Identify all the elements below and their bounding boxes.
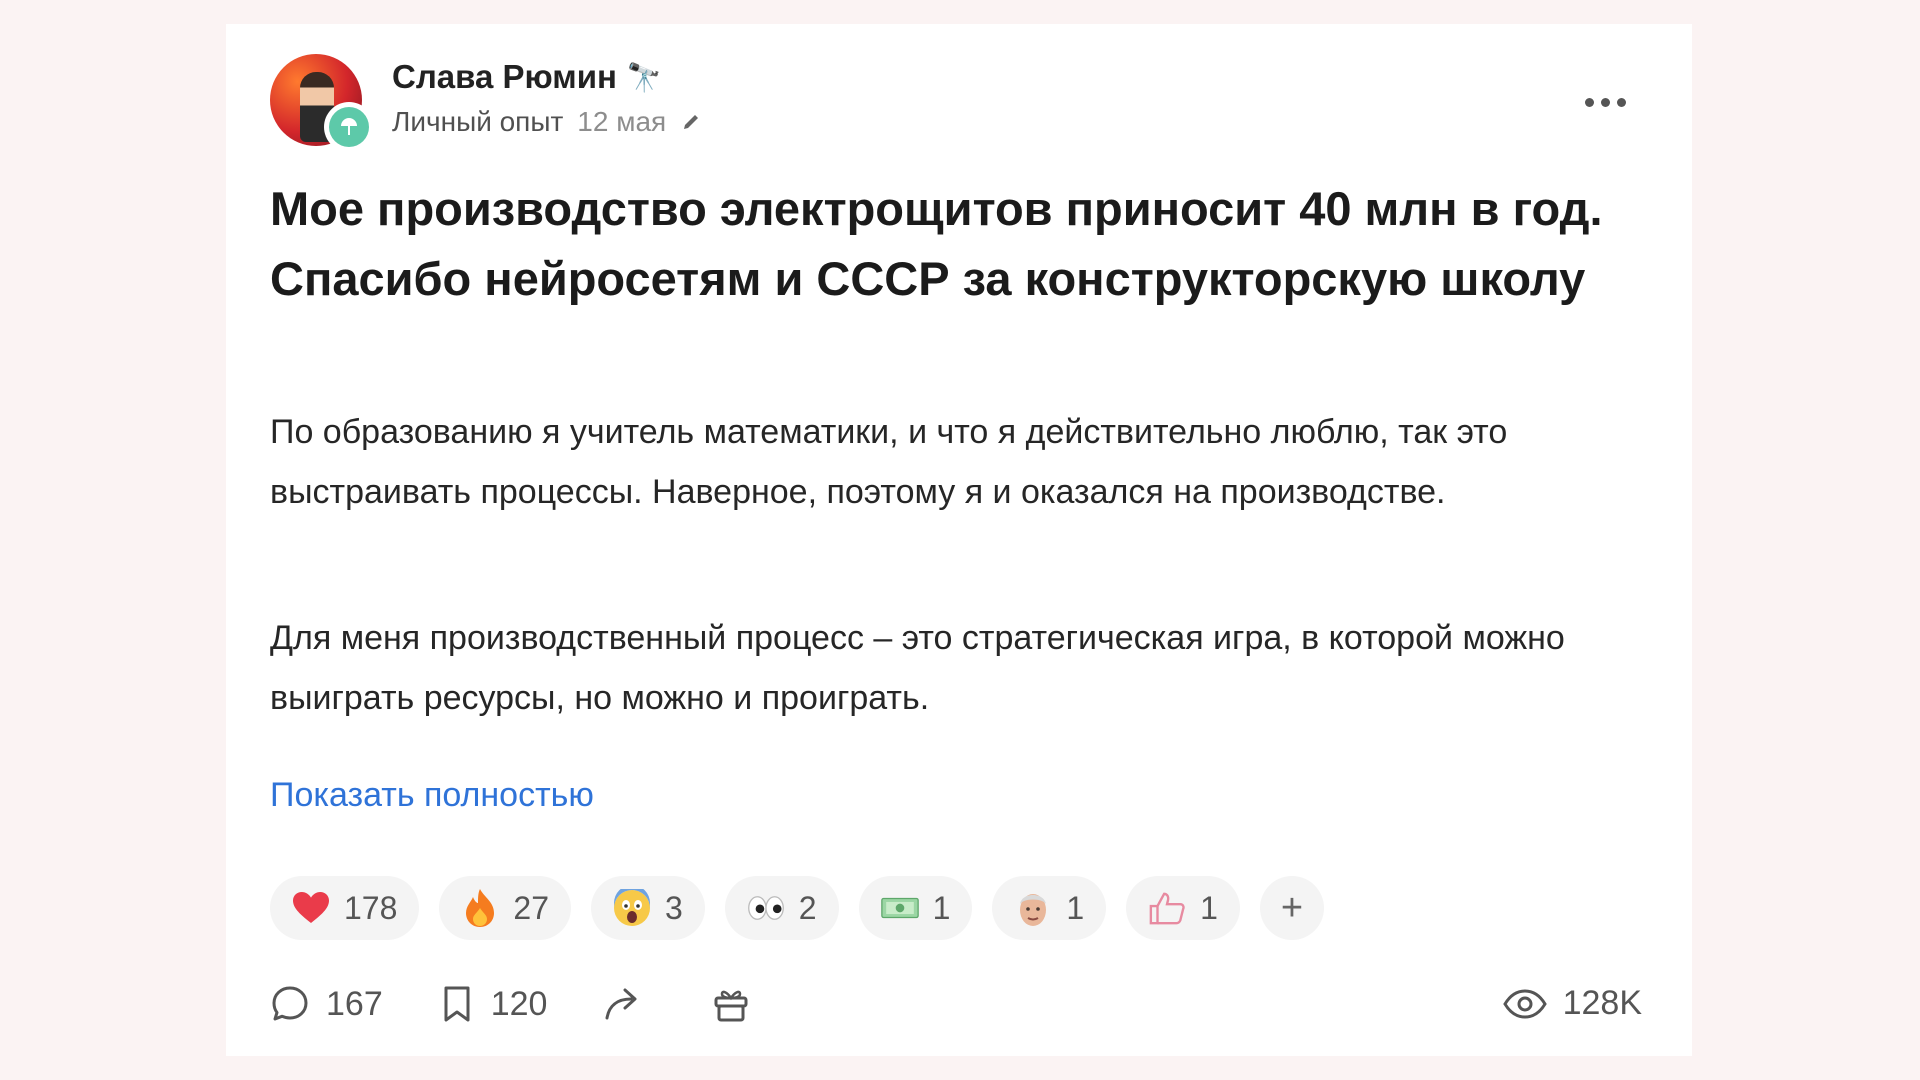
post-category[interactable]: Личный опыт [392,106,563,138]
comments-count: 167 [326,984,383,1023]
post-title[interactable]: Мое производство электрощитов приносит 4… [270,174,1630,314]
post-card: Слава Рюмин 🔭 Личный опыт 12 мая Мое про… [226,24,1692,1056]
post-paragraph-1: По образованию я учитель математики, и ч… [270,413,1508,511]
eyes-icon [747,889,785,927]
show-full-link[interactable]: Показать полностью [270,776,594,815]
author-name[interactable]: Слава Рюмин [392,58,617,96]
author-name-row[interactable]: Слава Рюмин 🔭 [392,58,662,96]
reaction-count: 2 [798,889,817,926]
author-badge-icon [324,102,374,152]
reaction-scream[interactable]: 3 [590,876,705,940]
reaction-count: 27 [513,889,549,926]
reaction-face[interactable]: 1 [992,876,1107,940]
comments-button[interactable]: 167 [270,984,383,1024]
money-icon [880,889,919,927]
share-arrow-icon [603,986,647,1022]
post-actions: 167 120 [270,984,807,1024]
edited-pencil-icon [680,111,702,133]
reaction-count: 178 [344,889,398,926]
reaction-count: 3 [664,889,683,926]
scream-icon [613,889,651,927]
reaction-count: 1 [932,889,951,926]
bookmark-button[interactable]: 120 [439,984,548,1024]
eye-icon [1502,988,1547,1019]
bookmark-icon [439,984,475,1024]
face-icon [1014,889,1052,927]
reaction-heart[interactable]: 178 [270,876,420,940]
gift-button[interactable] [711,984,751,1024]
reaction-count: 1 [1066,889,1085,926]
reaction-eyes[interactable]: 2 [724,876,839,940]
comment-icon [270,984,310,1024]
reactions-bar: 178 27 3 2 1 1 1 + [270,876,1324,940]
post-meta: Личный опыт 12 мая [392,106,702,138]
views-counter: 128K [1502,984,1642,1023]
reaction-fire[interactable]: 27 [439,876,571,940]
reaction-thumbs-up[interactable]: 1 [1126,876,1240,940]
views-count: 128K [1562,984,1642,1022]
fire-icon [461,889,499,927]
add-reaction-button[interactable]: + [1259,876,1324,940]
reaction-money[interactable]: 1 [858,876,973,940]
heart-icon [292,889,330,927]
thumbs-up-icon [1148,889,1186,927]
share-button[interactable] [603,986,647,1022]
gift-icon [711,984,751,1024]
more-options-icon[interactable] [1585,98,1626,107]
post-date: 12 мая [577,106,667,137]
reaction-count: 1 [1200,889,1218,926]
post-paragraph-2: Для меня производственный процесс – это … [270,619,1565,717]
bookmarks-count: 120 [490,984,548,1023]
telescope-icon: 🔭 [626,61,662,93]
